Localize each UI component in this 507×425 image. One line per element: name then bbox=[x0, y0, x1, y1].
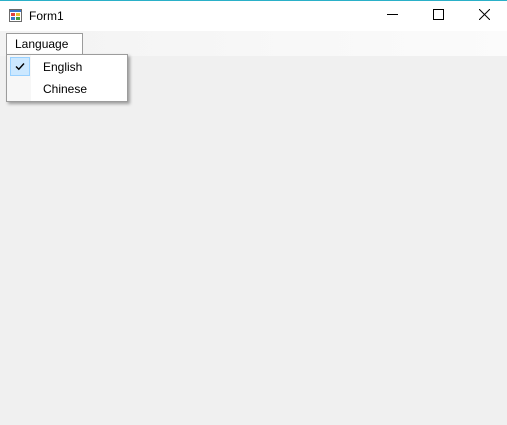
window-title: Form1 bbox=[29, 9, 64, 23]
menu-item-label: Chinese bbox=[43, 82, 88, 96]
language-dropdown: English Chinese bbox=[6, 54, 128, 102]
menu-item-chinese[interactable]: Chinese bbox=[9, 78, 126, 99]
close-icon bbox=[478, 8, 490, 23]
checkmark-icon bbox=[10, 57, 30, 76]
menu-strip: Language bbox=[0, 31, 507, 56]
close-button[interactable] bbox=[461, 1, 507, 31]
minimize-icon bbox=[386, 9, 398, 23]
maximize-button[interactable] bbox=[415, 1, 461, 31]
maximize-icon bbox=[432, 9, 444, 23]
title-bar[interactable]: Form1 bbox=[0, 1, 507, 31]
menu-item-english[interactable]: English bbox=[9, 56, 126, 77]
minimize-button[interactable] bbox=[369, 1, 415, 31]
menu-language[interactable]: Language bbox=[6, 33, 83, 55]
form-app-icon[interactable] bbox=[9, 9, 22, 22]
form1-window: Form1 Language English Chinese bbox=[0, 0, 507, 424]
menu-item-label: English bbox=[43, 60, 83, 74]
form-client-area bbox=[0, 102, 507, 425]
